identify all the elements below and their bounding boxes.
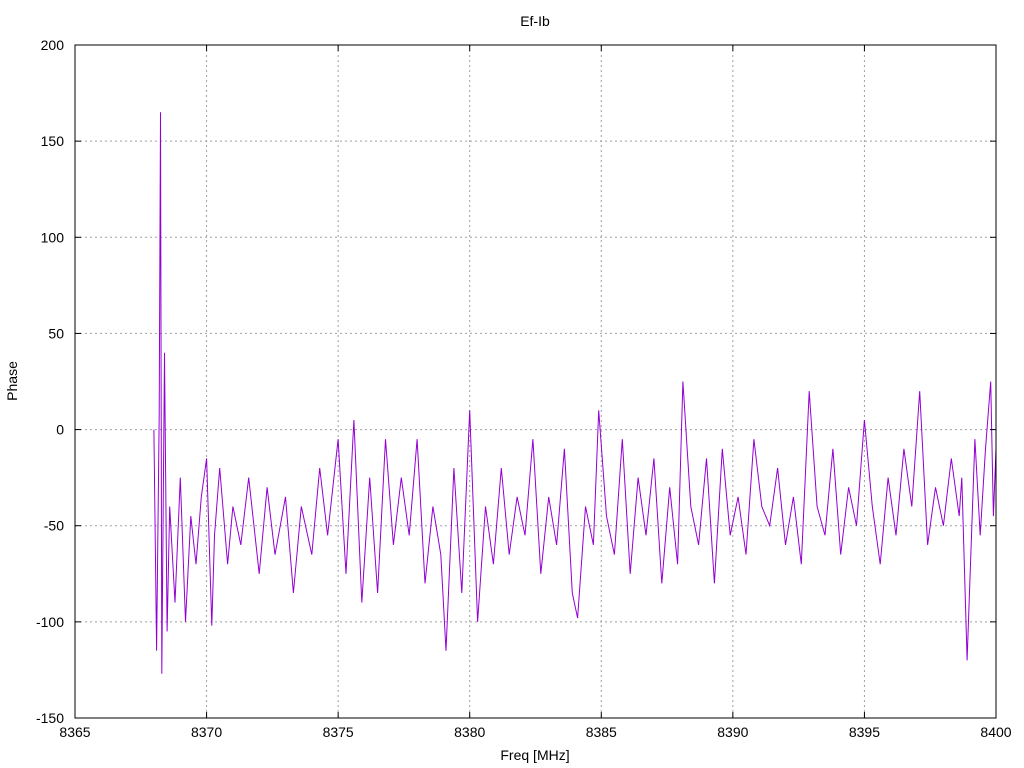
x-tick-label: 8370	[191, 724, 222, 740]
y-tick-label: 100	[41, 229, 65, 245]
y-axis-label: Phase	[4, 361, 20, 401]
y-tick-label: -100	[36, 614, 64, 630]
y-tick-label: 200	[41, 37, 65, 53]
x-axis-label: Freq [MHz]	[500, 747, 569, 763]
x-tick-label: 8395	[849, 724, 880, 740]
y-tick-label: -150	[36, 710, 64, 726]
x-tick-label: 8385	[586, 724, 617, 740]
y-tick-label: 0	[56, 422, 64, 438]
grid-lines	[75, 45, 996, 718]
axis-ticks	[74, 44, 997, 719]
x-tick-label: 8380	[454, 724, 485, 740]
y-tick-label: 150	[41, 133, 65, 149]
y-tick-label: 50	[48, 325, 64, 341]
y-tick-labels: -150 -100 -50 0 50 100 150 200	[36, 37, 64, 726]
x-tick-labels: 8365 8370 8375 8380 8385 8390 8395 8400	[59, 724, 1011, 740]
plot-frame	[74, 44, 997, 719]
x-tick-label: 8365	[59, 724, 90, 740]
y-tick-label: -50	[44, 518, 64, 534]
phase-series-line	[153, 112, 997, 674]
phase-chart: 8365 8370 8375 8380 8385 8390 8395 8400 -150 -10…	[4, 13, 1012, 763]
chart-title: Ef-Ib	[520, 13, 550, 29]
x-tick-label: 8400	[980, 724, 1011, 740]
x-tick-label: 8390	[717, 724, 748, 740]
x-tick-label: 8375	[323, 724, 354, 740]
